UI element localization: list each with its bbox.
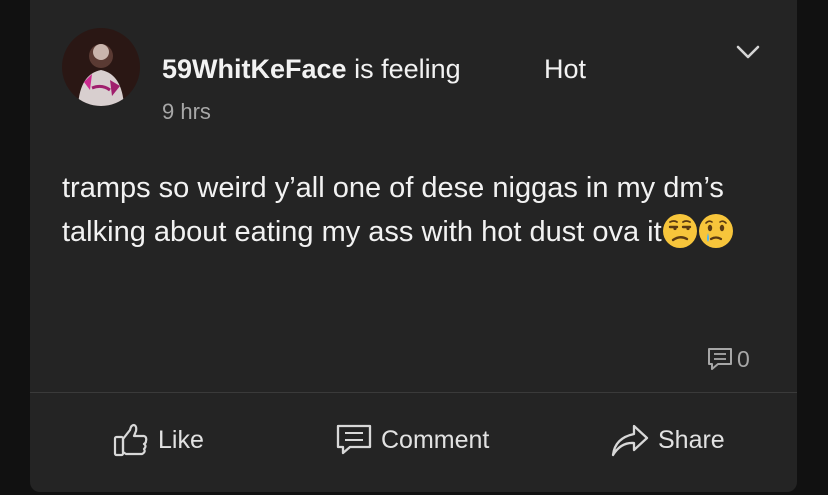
avatar[interactable] <box>62 28 140 106</box>
share-label: Share <box>658 425 725 454</box>
comment-count[interactable]: 0 <box>706 344 750 374</box>
comment-count-icon <box>708 348 732 370</box>
comment-icon <box>336 424 372 455</box>
share-icon <box>611 424 649 457</box>
post-body: tramps so weird y’all one of dese niggas… <box>62 166 752 254</box>
post-header: 59WhitKeFace is feeling <box>162 52 461 86</box>
comment-count-value: 0 <box>737 345 750 372</box>
share-button[interactable]: Share <box>610 418 725 462</box>
mood-value: Hot <box>544 54 587 84</box>
comment-label: Comment <box>381 425 490 454</box>
author-name[interactable]: 59WhitKeFace <box>162 54 347 84</box>
divider <box>30 392 797 393</box>
face-holding-back-tears-icon <box>698 213 734 249</box>
chevron-down-icon[interactable] <box>734 38 762 66</box>
like-button[interactable]: Like <box>112 418 204 462</box>
page: 59WhitKeFace is feeling Hot 9 hrs tramps… <box>0 0 828 495</box>
post-card: 59WhitKeFace is feeling Hot 9 hrs tramps… <box>30 0 797 492</box>
unamused-face-icon <box>662 213 698 249</box>
like-label: Like <box>158 425 204 454</box>
post-text: tramps so weird y’all one of dese niggas… <box>62 172 724 248</box>
thumbs-up-icon <box>113 423 148 457</box>
feeling-label: is feeling <box>354 54 461 84</box>
comment-button[interactable]: Comment <box>335 418 489 462</box>
post-timestamp: 9 hrs <box>162 99 211 124</box>
